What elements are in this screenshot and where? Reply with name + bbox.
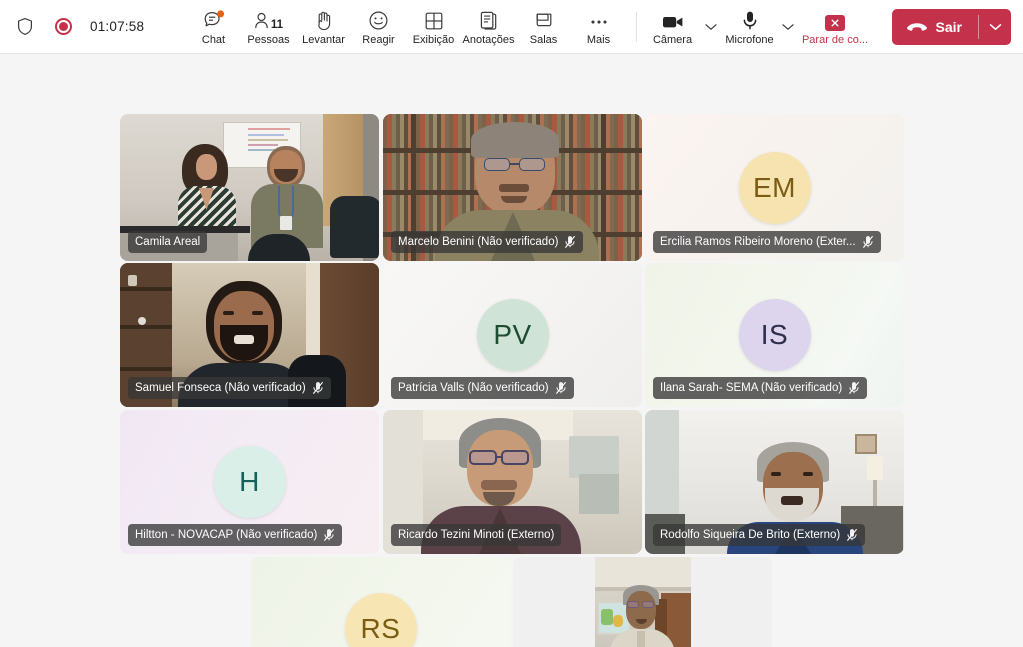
participant-name: Ricardo Tezini Minoti (Externo) <box>398 529 555 541</box>
camera-icon <box>661 9 685 31</box>
leave-meeting-button[interactable]: Sair <box>891 9 1011 45</box>
toolbar-label-salas: Salas <box>529 33 558 46</box>
video-stage: Camila Areal Marcelo Benini (Não verific… <box>0 54 1023 647</box>
notes-icon <box>479 9 498 31</box>
toolbar-label-mais: Mais <box>586 33 611 46</box>
toolbar-right-group: Câmera Microfone Parar de co... <box>645 0 871 54</box>
hang-up-icon <box>906 21 928 34</box>
participant-name-badge: Samuel Fonseca (Não verificado) <box>128 377 331 399</box>
toolbar-button-levantar[interactable]: Levantar <box>296 1 351 53</box>
leave-main[interactable]: Sair <box>892 9 978 45</box>
toolbar-button-salas[interactable]: Salas <box>516 1 571 53</box>
chat-icon <box>203 9 225 31</box>
camera-chevron-down-icon[interactable] <box>700 1 722 53</box>
video-feed <box>513 557 772 647</box>
meeting-timer: 01:07:58 <box>90 19 145 34</box>
microphone-control-group: Microfone <box>722 1 799 53</box>
participant-name: Camila Areal <box>135 236 201 248</box>
video-tile-rodolfo-siqueira-de-brito[interactable]: Rodolfo Siqueira De Brito (Externo) <box>645 410 904 554</box>
toolbar-label-microfone: Microfone <box>725 33 774 46</box>
participants-count: 11 <box>270 18 284 31</box>
microphone-muted-icon <box>848 381 860 395</box>
shield-icon[interactable] <box>12 14 38 40</box>
toolbar-label-chat: Chat <box>201 33 226 46</box>
toolbar-button-mais[interactable]: Mais <box>571 1 626 53</box>
participant-name: Marcelo Benini (Não verificado) <box>398 236 559 248</box>
video-tile-demetrios-christofidis[interactable]: DEMETRIOS CHRISTOFIDIS (Não verifica... <box>513 557 772 647</box>
toolbar-button-camera[interactable]: Câmera <box>645 1 700 53</box>
avatar-initials: PV <box>493 319 532 350</box>
video-tile-samuel-fonseca[interactable]: Samuel Fonseca (Não verificado) <box>120 263 379 407</box>
toolbar-label-reagir: Reagir <box>362 33 395 46</box>
video-tile-camila-areal[interactable]: Camila Areal <box>120 114 379 261</box>
toolbar-button-exibicao[interactable]: Exibição <box>406 1 461 53</box>
video-tile-hiltton-novacap[interactable]: H Hiltton - NOVACAP (Não verificado) <box>120 410 379 554</box>
raise-hand-icon <box>314 9 334 31</box>
toolbar-button-anotacoes[interactable]: Anotações <box>461 1 516 53</box>
people-icon: 11 <box>254 9 283 31</box>
meeting-toolbar: 01:07:58 Chat 11 Pessoas Levantar Reagir… <box>0 0 1023 54</box>
participant-name-badge: Marcelo Benini (Não verificado) <box>391 231 584 253</box>
toolbar-button-chat[interactable]: Chat <box>186 1 241 53</box>
video-tile-robson-silva[interactable]: RS Robson Silva (Não verificado) <box>251 557 510 647</box>
toolbar-label-parar-de-compartilhar: Parar de co... <box>801 33 869 46</box>
toolbar-label-exibicao: Exibição <box>412 33 455 46</box>
stop-sharing-x-icon <box>825 9 845 31</box>
camera-control-group: Câmera <box>645 1 722 53</box>
toolbar-divider <box>636 12 637 42</box>
toolbar-label-anotacoes: Anotações <box>462 33 515 46</box>
participant-name-badge: Ricardo Tezini Minoti (Externo) <box>391 524 562 546</box>
avatar-initials: EM <box>753 171 796 203</box>
reaction-smiley-icon <box>368 9 389 31</box>
microphone-muted-icon <box>555 381 567 395</box>
participant-name-badge: Ilana Sarah- SEMA (Não verificado) <box>653 377 868 399</box>
avatar-initials: RS <box>360 613 401 644</box>
avatar: H <box>213 446 286 518</box>
participant-name: Rodolfo Siqueira De Brito (Externo) <box>660 529 841 541</box>
video-tile-ercilia-ramos[interactable]: EM Ercilia Ramos Ribeiro Moreno (Exter..… <box>645 114 904 261</box>
avatar: PV <box>476 299 549 371</box>
recording-indicator-icon[interactable] <box>50 14 76 40</box>
microphone-muted-icon <box>862 235 874 249</box>
toolbar-button-reagir[interactable]: Reagir <box>351 1 406 53</box>
avatar-initials: IS <box>760 319 789 350</box>
toolbar-button-parar-de-compartilhar[interactable]: Parar de co... <box>799 1 871 53</box>
participant-name: Samuel Fonseca (Não verificado) <box>135 382 306 394</box>
avatar-initials: H <box>239 466 260 497</box>
participant-name-badge: Hiltton - NOVACAP (Não verificado) <box>128 524 343 546</box>
participant-name-badge: Patrícia Valls (Não verificado) <box>391 377 574 399</box>
participant-name: Ilana Sarah- SEMA (Não verificado) <box>660 382 843 394</box>
toolbar-label-levantar: Levantar <box>302 33 345 46</box>
breakout-rooms-icon <box>534 9 554 31</box>
avatar: IS <box>738 299 811 371</box>
toolbar-label-camera: Câmera <box>652 33 693 46</box>
microphone-muted-icon <box>564 235 576 249</box>
toolbar-button-pessoas[interactable]: 11 Pessoas <box>241 1 296 53</box>
video-tile-marcelo-benini[interactable]: Marcelo Benini (Não verificado) <box>383 114 642 261</box>
view-grid-icon <box>424 9 444 31</box>
toolbar-label-pessoas: Pessoas <box>247 33 290 46</box>
participant-name: Hiltton - NOVACAP (Não verificado) <box>135 529 318 541</box>
microphone-chevron-down-icon[interactable] <box>777 1 799 53</box>
video-tile-patricia-valls[interactable]: PV Patrícia Valls (Não verificado) <box>383 263 642 407</box>
microphone-muted-icon <box>323 528 335 542</box>
microphone-icon <box>741 9 759 31</box>
participant-name-badge: Camila Areal <box>128 231 208 253</box>
microphone-muted-icon <box>846 528 858 542</box>
participant-name: Patrícia Valls (Não verificado) <box>398 382 549 394</box>
toolbar-center-group: Chat 11 Pessoas Levantar Reagir Exibição… <box>186 0 647 54</box>
microphone-muted-icon <box>312 381 324 395</box>
avatar: EM <box>738 151 811 224</box>
video-tile-ilana-sarah-sema[interactable]: IS Ilana Sarah- SEMA (Não verificado) <box>645 263 904 407</box>
participant-name: Ercilia Ramos Ribeiro Moreno (Exter... <box>660 236 856 248</box>
video-tile-ricardo-tezini-minoti[interactable]: Ricardo Tezini Minoti (Externo) <box>383 410 642 554</box>
participant-name-badge: Rodolfo Siqueira De Brito (Externo) <box>653 524 866 546</box>
more-ellipsis-icon <box>588 9 610 31</box>
leave-button-label: Sair <box>935 19 962 35</box>
toolbar-left-group: 01:07:58 <box>0 14 144 40</box>
leave-chevron-down-icon[interactable] <box>979 9 1011 45</box>
participant-name-badge: Ercilia Ramos Ribeiro Moreno (Exter... <box>653 231 881 253</box>
toolbar-button-microfone[interactable]: Microfone <box>722 1 777 53</box>
